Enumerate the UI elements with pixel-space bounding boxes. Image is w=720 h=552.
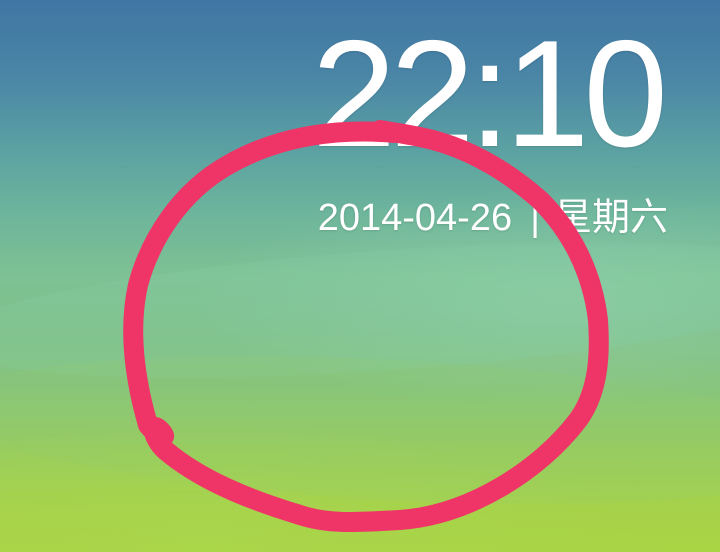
wallpaper-wave [0, 336, 720, 524]
lock-screen: 22:10 2014-04-26 | 星期六 [0, 0, 720, 552]
annotation-stroke [123, 120, 609, 533]
wallpaper-wave [0, 218, 720, 402]
date-line: 2014-04-26 | 星期六 [318, 196, 668, 240]
date-separator: | [530, 197, 540, 239]
weekday-text: 星期六 [553, 197, 668, 239]
date-text: 2014-04-26 [317, 197, 513, 239]
clock-time: 22:10 [311, 9, 668, 179]
